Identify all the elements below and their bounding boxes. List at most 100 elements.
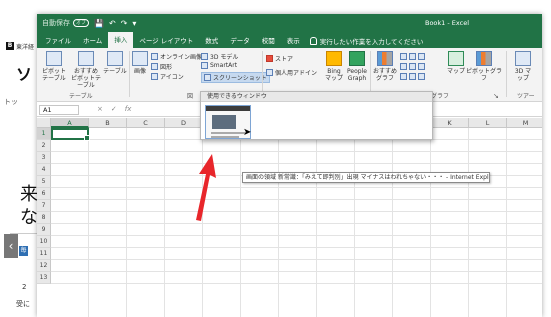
cancel-icon[interactable]: × bbox=[97, 105, 103, 113]
enter-icon[interactable]: ✓ bbox=[111, 105, 117, 113]
tab-data[interactable]: データ bbox=[224, 34, 256, 48]
shapes-icon bbox=[151, 63, 158, 70]
tab-view[interactable]: 表示 bbox=[281, 34, 306, 48]
lightbulb-icon bbox=[309, 37, 317, 45]
tab-insert[interactable]: 挿入 bbox=[108, 32, 134, 48]
row-header[interactable]: 2 bbox=[37, 140, 51, 152]
name-box[interactable]: A1 bbox=[39, 105, 79, 115]
model-3d-button[interactable]: 3D モデル bbox=[201, 52, 238, 61]
select-all-corner[interactable] bbox=[37, 118, 51, 128]
gridline bbox=[51, 259, 542, 260]
gridline bbox=[51, 235, 542, 236]
pivot-chart-button[interactable]: ピボットグラフ bbox=[465, 51, 503, 82]
row-header[interactable]: 6 bbox=[37, 188, 51, 200]
screenshot-icon bbox=[204, 74, 211, 81]
image-button[interactable]: 画像 bbox=[131, 51, 149, 75]
active-cell-a1[interactable] bbox=[51, 128, 90, 141]
icons-button[interactable]: アイコン bbox=[151, 72, 184, 81]
tab-page-layout[interactable]: ページ レイアウト bbox=[133, 34, 199, 48]
tab-formulas[interactable]: 数式 bbox=[199, 34, 224, 48]
row-header[interactable]: 4 bbox=[37, 164, 51, 176]
pie-chart-icon bbox=[400, 63, 407, 70]
row-header[interactable]: 13 bbox=[37, 272, 51, 284]
gridline bbox=[51, 211, 542, 212]
recommended-pivot-button[interactable]: おすすめ ピボットテーブル bbox=[68, 51, 104, 89]
my-addins-button[interactable]: 個人用アドイン bbox=[266, 68, 317, 77]
store-button[interactable]: ストア bbox=[266, 54, 293, 63]
site-logo: B bbox=[6, 42, 14, 50]
bar-chart-icon bbox=[400, 73, 407, 80]
save-icon[interactable]: 💾 bbox=[94, 19, 104, 28]
row-header[interactable]: 8 bbox=[37, 212, 51, 224]
people-graph-button[interactable]: People Graph bbox=[345, 51, 369, 82]
tab-home[interactable]: ホーム bbox=[77, 34, 108, 48]
maps-button[interactable]: マップ bbox=[447, 51, 465, 75]
window-tooltip: 画面の領域 新常識：「みえて即判別」出現 マイナスはわれちゃない・・・ - In… bbox=[242, 172, 490, 183]
row-header[interactable]: 12 bbox=[37, 260, 51, 272]
insert-function-icon[interactable]: fx bbox=[125, 105, 132, 113]
charts-dialog-launcher-icon[interactable]: ↘ bbox=[493, 92, 499, 100]
table-button[interactable]: テーブル bbox=[103, 51, 127, 75]
row-header[interactable]: 1 bbox=[37, 128, 51, 140]
previous-arrow-icon[interactable]: ‹ bbox=[4, 234, 18, 258]
pivot-table-button[interactable]: ピボット テーブル bbox=[41, 51, 67, 82]
title-bar: 自動保存 オフ 💾 ↶ ↷ ▾ Book1 - Excel bbox=[37, 14, 542, 32]
redo-icon[interactable]: ↷ bbox=[121, 19, 128, 28]
recommended-charts-button[interactable]: おすすめ グラフ bbox=[372, 51, 398, 82]
cube-icon bbox=[201, 53, 208, 60]
ribbon-divider bbox=[506, 51, 507, 97]
smartart-button[interactable]: SmartArt bbox=[201, 62, 237, 69]
pivot-chart-icon bbox=[476, 51, 492, 66]
column-chart-button[interactable] bbox=[400, 53, 425, 60]
thumbnail-image bbox=[212, 115, 236, 129]
tab-file[interactable]: ファイル bbox=[39, 34, 77, 48]
column-header[interactable]: L bbox=[469, 118, 507, 128]
column-header[interactable]: A bbox=[51, 118, 89, 128]
column-header[interactable]: D bbox=[165, 118, 203, 128]
column-header[interactable]: B bbox=[89, 118, 127, 128]
pivot-table-icon bbox=[46, 51, 62, 66]
online-image-button[interactable]: オンライン画像 bbox=[151, 52, 202, 61]
tours-group-label: ツアー bbox=[517, 93, 535, 100]
row-header[interactable]: 11 bbox=[37, 248, 51, 260]
bing-maps-button[interactable]: Bing マップ bbox=[324, 51, 344, 82]
row-header[interactable]: 9 bbox=[37, 224, 51, 236]
autosave-toggle[interactable]: オフ bbox=[73, 19, 89, 27]
people-graph-icon bbox=[349, 51, 365, 66]
customize-toolbar-icon[interactable]: ▾ bbox=[132, 19, 136, 28]
combo-chart-button[interactable] bbox=[400, 73, 425, 80]
column-header[interactable]: C bbox=[127, 118, 165, 128]
recommended-charts-icon bbox=[377, 51, 393, 66]
thumbnail-toolbar bbox=[206, 106, 250, 111]
pie-chart-button[interactable] bbox=[400, 63, 425, 70]
background-browser-tab[interactable]: B 東洋経 bbox=[6, 40, 36, 52]
column-header[interactable]: K bbox=[431, 118, 469, 128]
autosave-control[interactable]: 自動保存 オフ bbox=[42, 18, 89, 28]
column-chart-icon bbox=[400, 53, 407, 60]
online-image-icon bbox=[151, 53, 158, 60]
row-header[interactable]: 3 bbox=[37, 152, 51, 164]
gridline bbox=[51, 187, 542, 188]
map-3d-button[interactable]: 3D マ ップ bbox=[509, 51, 537, 82]
background-heading-fragment: ソ bbox=[16, 65, 33, 84]
store-icon bbox=[266, 55, 273, 62]
gridline bbox=[51, 199, 542, 200]
worksheet-grid[interactable]: ABCDEFGHIJKLM12345678910111213 bbox=[37, 118, 542, 317]
hierarchy-chart-icon bbox=[409, 53, 416, 60]
screenshot-button[interactable]: スクリーンショット bbox=[201, 72, 270, 83]
tab-review[interactable]: 校閲 bbox=[256, 34, 281, 48]
arrow-shape bbox=[196, 154, 216, 221]
tell-me-search[interactable]: 実行したい作業を入力してください bbox=[306, 34, 423, 48]
autosave-label: 自動保存 bbox=[42, 19, 70, 27]
row-header[interactable]: 7 bbox=[37, 200, 51, 212]
background-tab-title: 東洋経 bbox=[16, 43, 35, 51]
scatter-chart-icon bbox=[418, 63, 425, 70]
smartart-icon bbox=[201, 62, 208, 69]
row-header[interactable]: 5 bbox=[37, 176, 51, 188]
background-category-chip[interactable]: 毎 bbox=[19, 246, 28, 256]
recommended-pivot-icon bbox=[78, 51, 94, 66]
column-header[interactable]: M bbox=[507, 118, 542, 128]
undo-icon[interactable]: ↶ bbox=[109, 19, 116, 28]
shapes-button[interactable]: 図形 bbox=[151, 62, 172, 71]
row-header[interactable]: 10 bbox=[37, 236, 51, 248]
